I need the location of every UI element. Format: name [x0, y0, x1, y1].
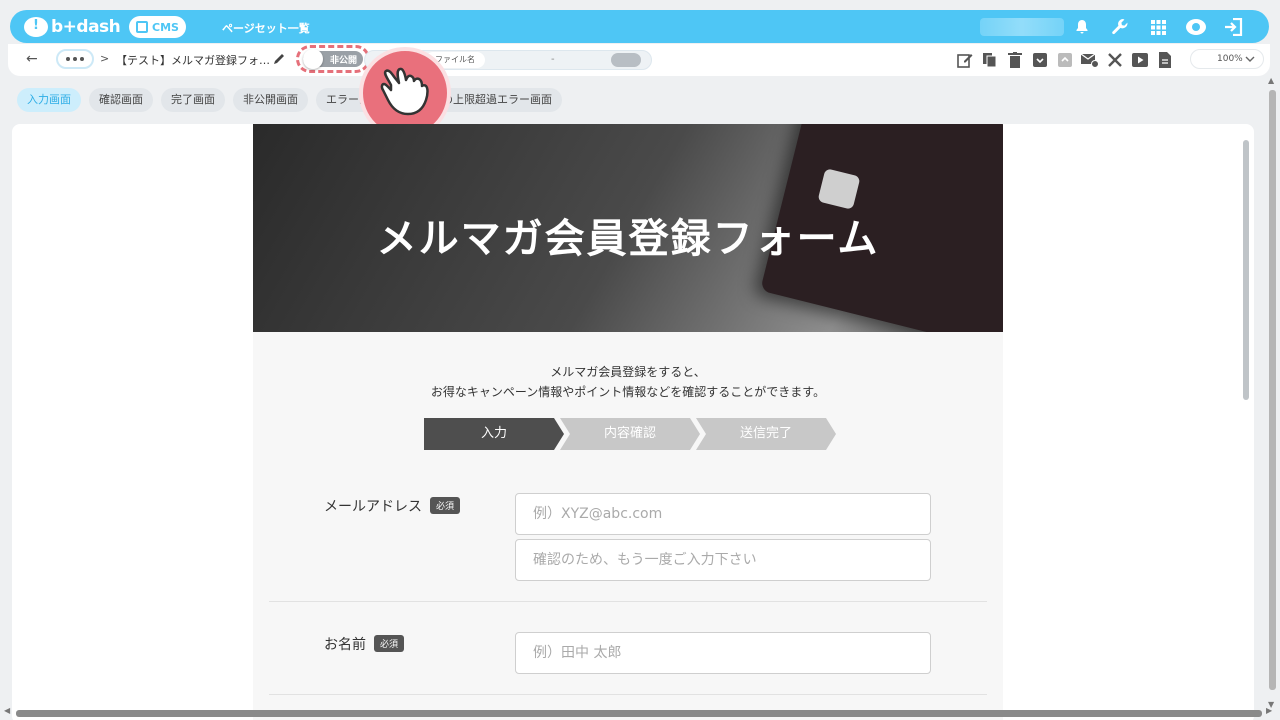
email-input[interactable]: 例）XYZ@abc.com: [515, 493, 931, 535]
hero-title: メルマガ会員登録フォーム: [376, 215, 880, 262]
email-label-text: メールアドレス: [324, 499, 422, 515]
wrench-icon[interactable]: [1107, 15, 1133, 39]
tools-icon[interactable]: [1106, 51, 1124, 69]
publish-toggle[interactable]: 非公開: [303, 49, 363, 69]
pageset-list-link[interactable]: ページセット一覧: [222, 20, 310, 36]
preview-canvas: メルマガ会員登録フォーム メルマガ会員登録をすると、 お得なキャンペーン情報やポ…: [12, 124, 1254, 720]
step-confirm: 内容確認: [560, 418, 700, 450]
intro-line-1: メルマガ会員登録をすると、: [550, 365, 706, 379]
step-input: 入力: [424, 418, 564, 450]
trash-icon[interactable]: [1006, 51, 1024, 69]
name-label: お名前 必須: [324, 634, 405, 654]
toggle-label: 非公開: [330, 56, 358, 66]
scroll-up-arrow-icon[interactable]: ▲: [1268, 76, 1274, 85]
email-confirm-input[interactable]: 確認のため、もう一度ご入力下さい: [515, 539, 931, 581]
filename-save-button[interactable]: [611, 53, 641, 67]
document-icon[interactable]: [1156, 51, 1174, 69]
breadcrumb-separator: >: [100, 52, 110, 65]
field-divider: [269, 601, 987, 602]
hero-banner: メルマガ会員登録フォーム: [253, 124, 1003, 332]
bell-icon[interactable]: [1069, 15, 1095, 39]
logo-bubble-icon: [24, 17, 48, 37]
tab-private[interactable]: 非公開画面: [233, 88, 308, 112]
logout-icon[interactable]: [1221, 15, 1247, 39]
scroll-right-arrow-icon[interactable]: ▶: [1266, 706, 1272, 715]
preview-vertical-scrollbar[interactable]: [1243, 140, 1249, 400]
zoom-value: 100%: [1217, 54, 1243, 64]
top-navigation-bar: b+dash CMS ページセット一覧: [10, 10, 1269, 43]
cms-button[interactable]: CMS: [129, 16, 186, 38]
more-breadcrumb-button[interactable]: [56, 49, 94, 69]
back-button[interactable]: ←: [26, 51, 38, 67]
tab-complete[interactable]: 完了画面: [161, 88, 225, 112]
apps-grid-icon[interactable]: [1145, 15, 1171, 39]
publish-toggle-highlight: 非公開: [296, 45, 370, 73]
progress-steps: 入力 内容確認 送信完了: [424, 418, 836, 450]
mail-settings-icon[interactable]: [1081, 51, 1099, 69]
screen-tabs: 入力画面 確認画面 完了画面 非公開画面 エラー画面 会員数の上限超過エラー画面: [17, 88, 562, 112]
dot-icon: [80, 57, 84, 61]
pencil-icon[interactable]: [272, 51, 286, 70]
tab-input[interactable]: 入力画面: [17, 88, 81, 112]
field-divider: [269, 694, 987, 695]
bdash-logo[interactable]: b+dash: [24, 16, 121, 38]
intro-text: メルマガ会員登録をすると、 お得なキャンペーン情報やポイント情報などを確認するこ…: [253, 362, 1003, 402]
page-title: 【テスト】メルマガ登録フォ…: [116, 54, 270, 67]
zoom-select[interactable]: 100%: [1190, 49, 1264, 69]
name-label-text: お名前: [324, 637, 366, 653]
intro-line-2: お得なキャンペーン情報やポイント情報などを確認することができます。: [430, 385, 826, 399]
window-vertical-scrollbar[interactable]: [1269, 90, 1276, 690]
email-label: メールアドレス 必須: [324, 496, 461, 516]
required-badge: 必須: [430, 497, 461, 514]
chevron-down-icon: [1245, 54, 1255, 67]
dot-icon: [66, 57, 70, 61]
logo-text: b+dash: [51, 17, 121, 37]
required-badge: 必須: [374, 635, 405, 652]
cms-label: CMS: [152, 20, 179, 34]
scroll-left-arrow-icon[interactable]: ◀: [4, 706, 10, 715]
cms-edit-icon: [136, 21, 149, 33]
filename-value: -: [551, 54, 555, 65]
edit-icon[interactable]: [956, 51, 974, 69]
dot-icon: [73, 57, 77, 61]
page-toolbar: ← > 【テスト】メルマガ登録フォ… 非公開 ファイル名 - 100%: [8, 44, 1270, 76]
support-icon[interactable]: [1183, 15, 1209, 39]
archive-icon[interactable]: [1031, 51, 1049, 69]
tab-confirm[interactable]: 確認画面: [89, 88, 153, 112]
user-name-blurred: [980, 18, 1064, 36]
copy-icon[interactable]: [981, 51, 999, 69]
archive-disabled-icon: [1056, 51, 1074, 69]
toggle-knob: [303, 49, 323, 69]
play-icon[interactable]: [1131, 51, 1149, 69]
step-complete: 送信完了: [696, 418, 836, 450]
form-page: メルマガ会員登録フォーム メルマガ会員登録をすると、 お得なキャンペーン情報やポ…: [253, 124, 1003, 720]
window-horizontal-scrollbar[interactable]: [16, 710, 1262, 717]
name-input[interactable]: 例）田中 太郎: [515, 632, 931, 674]
